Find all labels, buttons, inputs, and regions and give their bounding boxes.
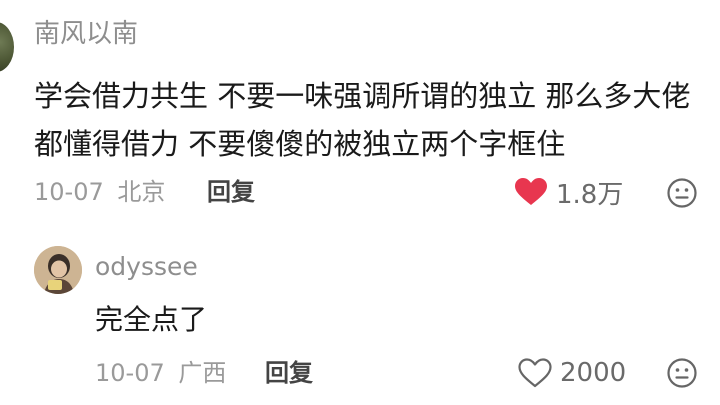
emoji-face-icon[interactable] xyxy=(666,357,698,389)
comment-author-name[interactable]: 南风以南 xyxy=(34,16,138,52)
reply-text: 完全点了 xyxy=(95,303,208,336)
avatar-photo xyxy=(34,246,82,294)
comment-like-button[interactable]: 1.8万 xyxy=(514,174,623,210)
comment-meta: 10-07 北京 xyxy=(34,172,165,212)
reply-reply-button[interactable]: 回复 xyxy=(265,353,313,393)
comment-like-count: 1.8万 xyxy=(556,179,624,210)
reply-location: 广西 xyxy=(178,359,227,387)
comment-reply-button[interactable]: 回复 xyxy=(207,172,255,212)
reply-author-name[interactable]: odyssee xyxy=(95,249,198,285)
comment-text: 学会借力共生 不要一味强调所谓的独立 那么多大佬都懂得借力 不要傻傻的被独立两个… xyxy=(34,79,691,161)
emoji-face-icon[interactable] xyxy=(666,177,698,209)
comment-date: 10-07 xyxy=(34,178,104,206)
comment-author-avatar[interactable] xyxy=(0,22,14,72)
comment-location: 北京 xyxy=(117,178,166,206)
reply-date: 10-07 xyxy=(95,359,165,387)
reply-like-button[interactable]: 2000 xyxy=(518,355,626,391)
heart-outline-icon xyxy=(518,358,552,388)
reply-meta: 10-07 广西 xyxy=(95,353,226,393)
reply-author-avatar[interactable] xyxy=(34,246,82,294)
heart-filled-icon xyxy=(515,178,547,205)
reply-like-count: 2000 xyxy=(560,358,627,388)
